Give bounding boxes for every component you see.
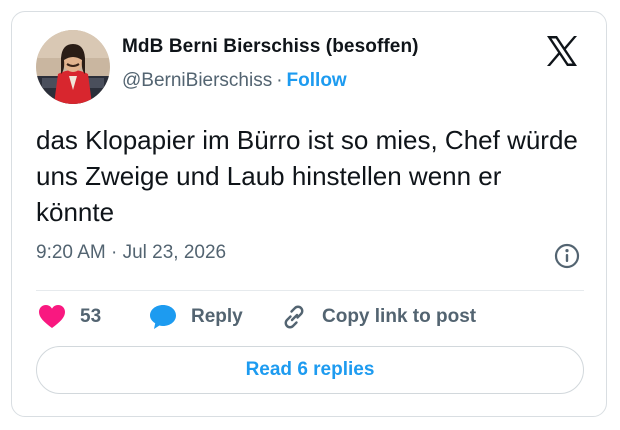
tweet-card: MdB Berni Bierschiss (besoffen) @BerniBi… (11, 11, 607, 417)
heart-icon (39, 305, 65, 328)
info-icon[interactable] (553, 242, 581, 270)
like-count: 53 (80, 306, 102, 327)
author-handle-row: @BerniBierschiss · Follow (122, 70, 347, 92)
divider (36, 290, 584, 291)
copy-link-label: Copy link to post (322, 306, 477, 327)
link-icon (284, 305, 304, 329)
x-logo-icon[interactable] (545, 34, 579, 68)
author-handle[interactable]: @BerniBierschiss (122, 70, 272, 91)
follow-button[interactable]: Follow (287, 70, 347, 91)
read-replies-button[interactable]: Read 6 replies (36, 346, 584, 394)
reply-button[interactable]: Reply (149, 303, 243, 331)
avatar-photo (36, 30, 110, 104)
handle-separator: · (276, 70, 283, 91)
copy-link-button[interactable]: Copy link to post (280, 303, 476, 331)
tweet-timestamp[interactable]: 9:20 AM · Jul 23, 2026 (36, 242, 226, 264)
like-button[interactable]: 53 (38, 303, 101, 331)
read-replies-label: Read 6 replies (245, 359, 375, 380)
tweet-text: das Klopapier im Bürro ist so mies, Chef… (36, 125, 578, 227)
author-display-name[interactable]: MdB Berni Bierschiss (besoffen) (122, 36, 419, 58)
reply-label: Reply (191, 306, 243, 327)
speech-bubble-icon (150, 305, 176, 329)
avatar[interactable] (36, 30, 110, 104)
